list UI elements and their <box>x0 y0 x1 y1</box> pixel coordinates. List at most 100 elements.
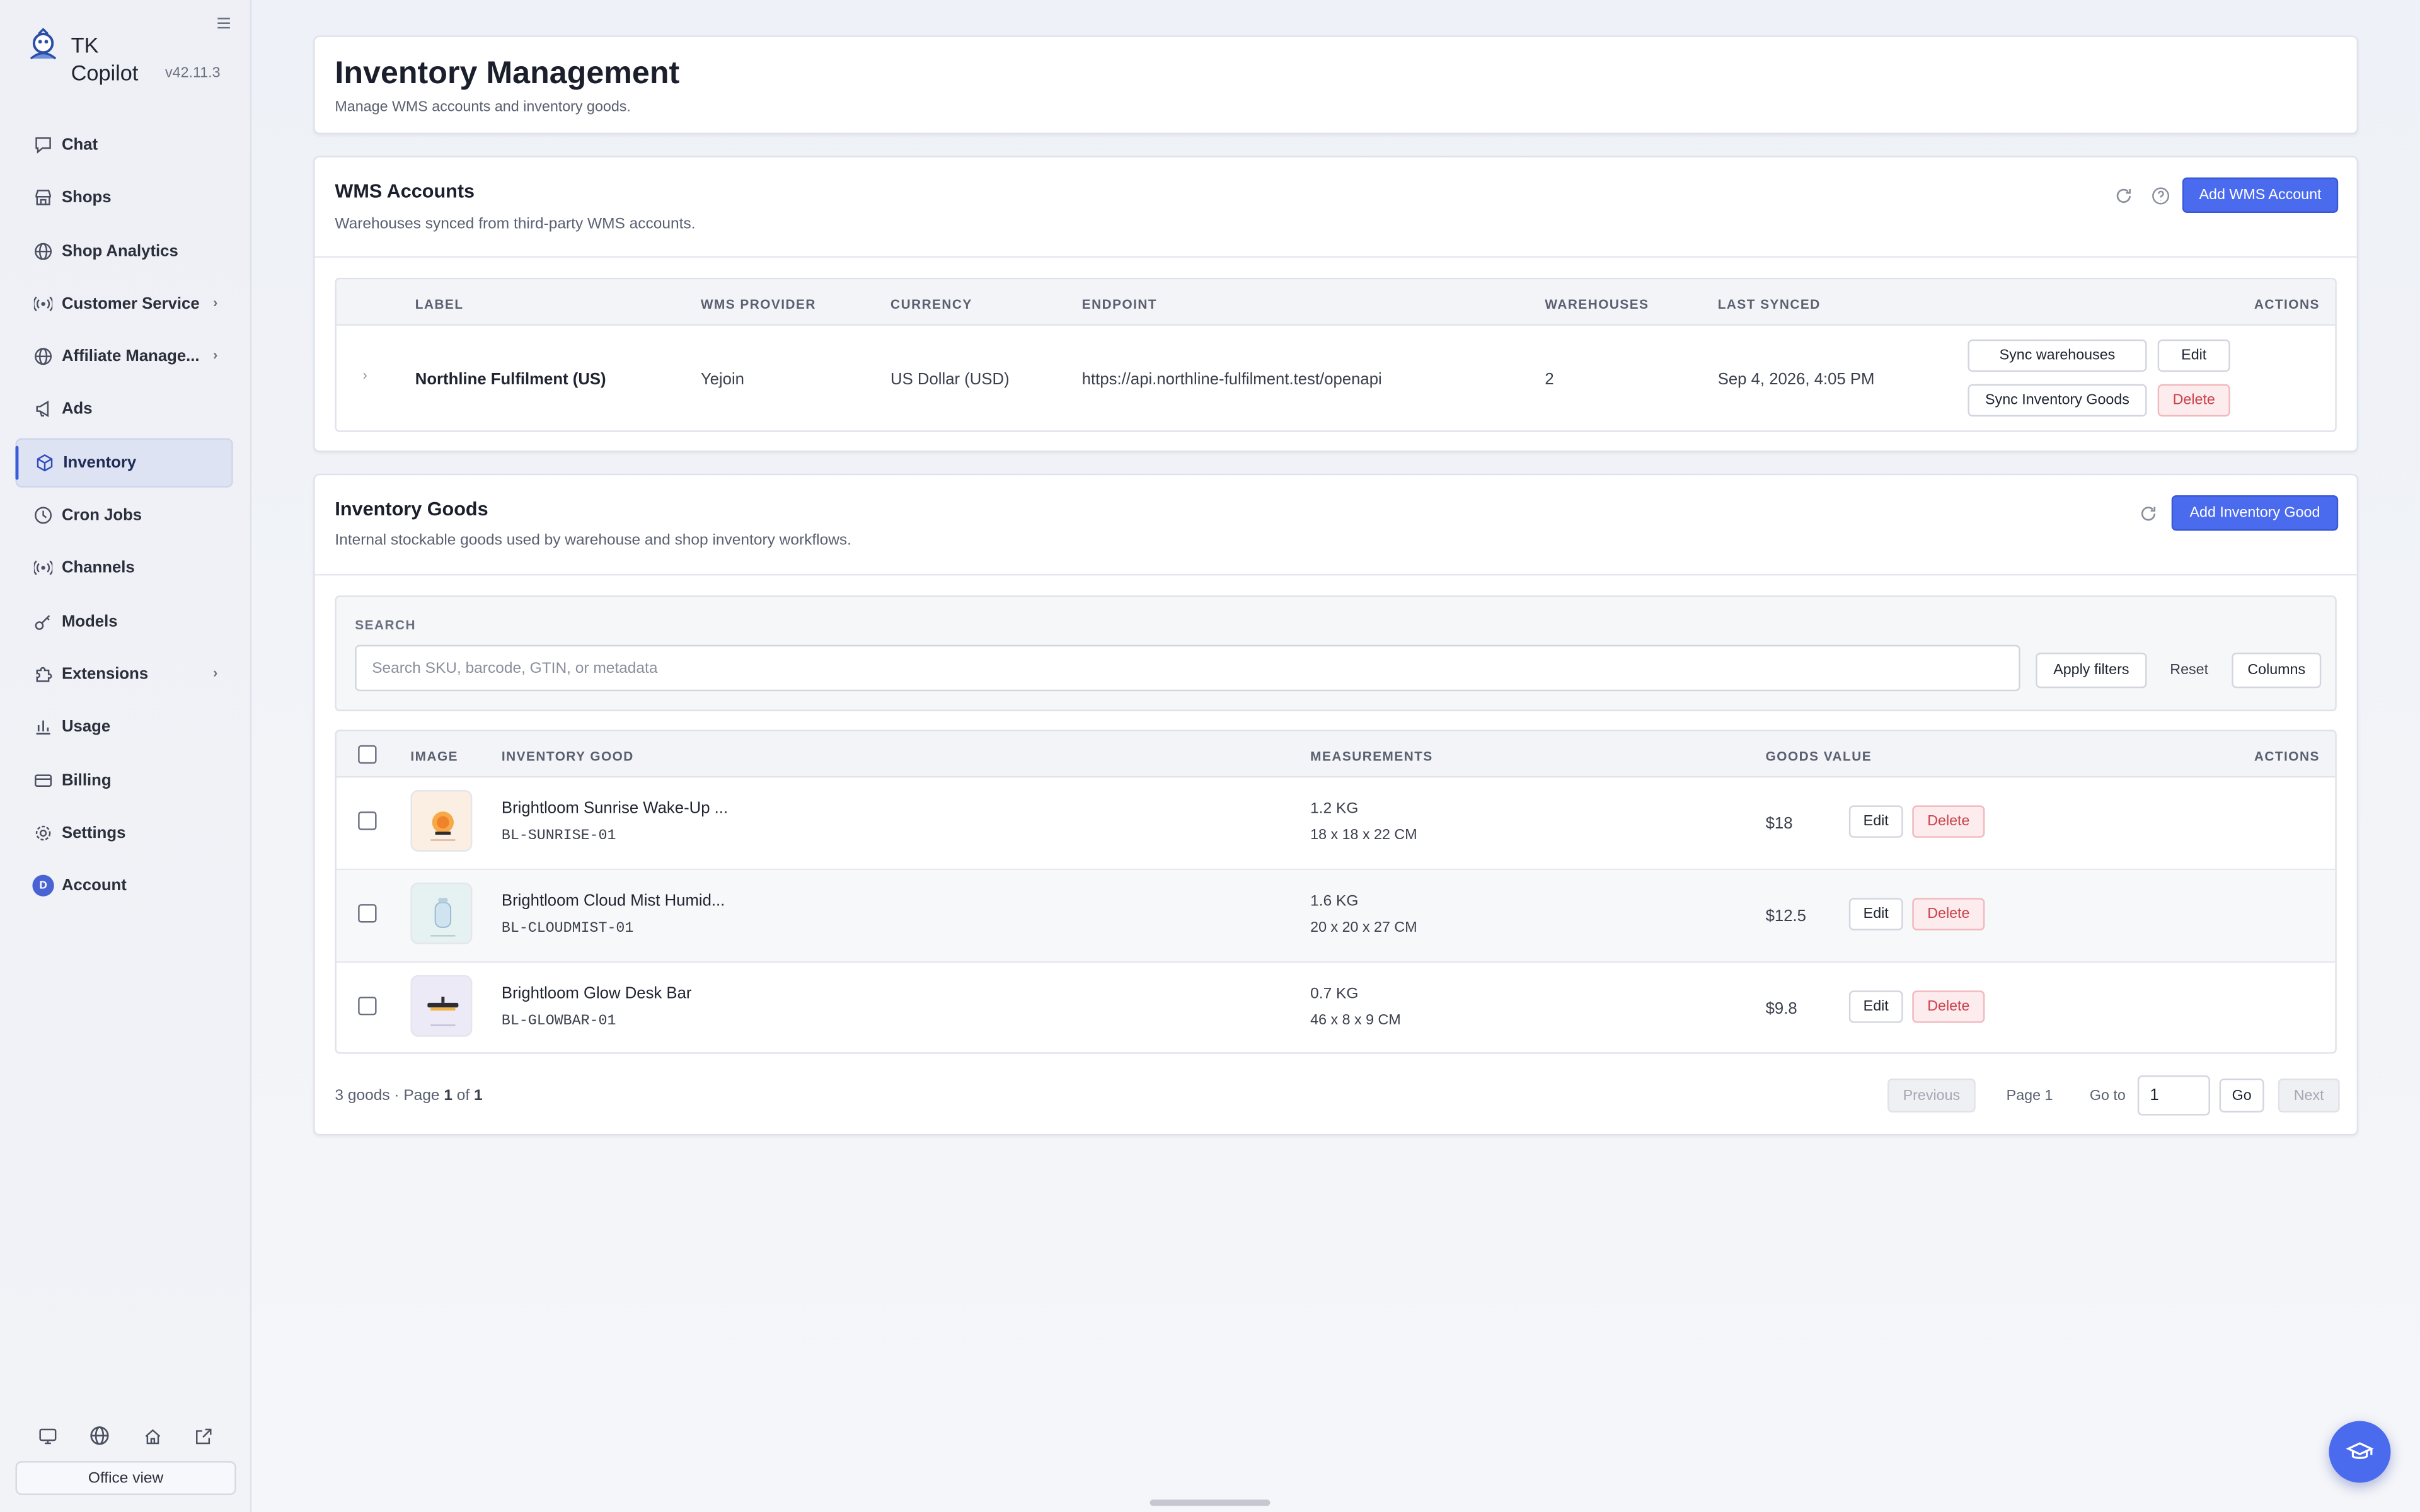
sidebar-item-label: Account <box>61 876 127 895</box>
wms-warehouses: 2 <box>1545 370 1554 389</box>
sidebar-item-label: Inventory <box>63 453 137 472</box>
row-checkbox[interactable] <box>358 997 377 1016</box>
wms-label: Northline Fulfilment (US) <box>415 370 606 389</box>
sidebar-item-customer-service[interactable]: Customer Service › <box>15 279 233 328</box>
column-header: WAREHOUSES <box>1545 296 1649 312</box>
good-sku: BL-SUNRISE-01 <box>501 827 616 844</box>
help-circle-icon[interactable] <box>2150 185 2171 207</box>
desktop-icon[interactable] <box>38 1426 57 1450</box>
section-subtitle: Warehouses synced from third-party WMS a… <box>335 215 696 233</box>
edit-button[interactable]: Edit <box>1848 898 1903 931</box>
add-inventory-good-button[interactable]: Add Inventory Good <box>2171 495 2339 531</box>
sidebar-item-shop-analytics[interactable]: Shop Analytics <box>15 226 233 275</box>
column-header: MEASUREMENTS <box>1310 748 1433 764</box>
goods-value: $12.5 <box>1765 907 1806 926</box>
home-icon[interactable] <box>143 1426 161 1450</box>
sidebar-item-inventory[interactable]: Inventory <box>15 437 233 488</box>
wms-accounts-card: WMS Accounts Warehouses synced from thir… <box>313 156 2359 452</box>
sidebar-item-extensions[interactable]: Extensions › <box>15 650 233 699</box>
sidebar-item-ads[interactable]: Ads <box>15 385 233 434</box>
product-image <box>410 882 473 944</box>
column-header: IMAGE <box>410 748 459 764</box>
page-header: Inventory Management Manage WMS accounts… <box>313 35 2359 135</box>
column-header: WMS PROVIDER <box>700 296 816 312</box>
gear-icon <box>32 822 54 844</box>
sidebar-item-account[interactable]: D Account <box>15 861 233 910</box>
goto-page-input[interactable]: 1 <box>2137 1075 2210 1116</box>
edit-button[interactable]: Edit <box>1848 805 1903 838</box>
row-checkbox[interactable] <box>358 811 377 830</box>
sync-warehouses-button[interactable]: Sync warehouses <box>1968 339 2147 372</box>
goods-table: IMAGE INVENTORY GOOD MEASUREMENTS GOODS … <box>335 730 2337 1054</box>
globe-icon[interactable] <box>90 1426 110 1450</box>
graduation-cap-icon <box>2346 1442 2374 1459</box>
sidebar-item-shops[interactable]: Shops <box>15 173 233 222</box>
sidebar-item-billing[interactable]: Billing <box>15 755 233 805</box>
edit-button[interactable]: Edit <box>2157 339 2230 372</box>
reset-button[interactable]: Reset <box>2170 662 2208 679</box>
delete-button[interactable]: Delete <box>1912 898 1985 931</box>
previous-page-button[interactable]: Previous <box>1887 1078 1976 1113</box>
good-dimensions: 18 x 18 x 22 CM <box>1310 827 1417 844</box>
office-view-button[interactable]: Office view <box>15 1461 236 1496</box>
go-button[interactable]: Go <box>2219 1078 2264 1113</box>
globe-icon <box>32 346 54 367</box>
collapse-sidebar-icon[interactable] <box>216 15 234 33</box>
store-icon <box>32 187 54 209</box>
product-image <box>410 975 473 1037</box>
sidebar-item-label: Extensions <box>61 665 149 684</box>
horizontal-scrollbar[interactable] <box>1150 1499 1270 1506</box>
brand[interactable]: TK Copilot <box>25 28 138 85</box>
search-label: SEARCH <box>355 617 417 633</box>
columns-button[interactable]: Columns <box>2232 652 2322 689</box>
sidebar-item-affiliate[interactable]: Affiliate Manage... › <box>15 332 233 381</box>
table-row: Brightloom Glow Desk Bar BL-GLOWBAR-01 0… <box>337 963 2335 1052</box>
search-input[interactable]: Search SKU, barcode, GTIN, or metadata <box>355 644 2020 692</box>
sidebar: TK Copilot v42.11.3 Chat Shops Shop Anal… <box>0 0 252 1512</box>
sidebar-item-label: Shop Analytics <box>61 241 178 260</box>
wms-provider: Yejoin <box>700 370 744 389</box>
wms-endpoint: https://api.northline-fulfilment.test/op… <box>1081 370 1382 389</box>
sidebar-item-settings[interactable]: Settings <box>15 808 233 857</box>
select-all-checkbox[interactable] <box>358 745 377 764</box>
table-row: › Northline Fulfilment (US) Yejoin US Do… <box>337 326 2335 431</box>
external-link-icon[interactable] <box>195 1426 213 1450</box>
good-sku: BL-CLOUDMIST-01 <box>501 919 634 937</box>
column-header: ENDPOINT <box>1081 296 1158 312</box>
wms-table: LABEL WMS PROVIDER CURRENCY ENDPOINT WAR… <box>335 277 2337 432</box>
edit-button[interactable]: Edit <box>1848 990 1903 1023</box>
sidebar-item-chat[interactable]: Chat <box>15 120 233 169</box>
delete-button[interactable]: Delete <box>1912 990 1985 1023</box>
chevron-right-icon: › <box>212 665 218 680</box>
sidebar-item-channels[interactable]: Channels <box>15 544 233 593</box>
sidebar-item-models[interactable]: Models <box>15 597 233 646</box>
product-image <box>410 789 473 852</box>
table-row: Brightloom Cloud Mist Humid... BL-CLOUDM… <box>336 870 2336 963</box>
good-name[interactable]: Brightloom Glow Desk Bar <box>502 984 692 1002</box>
section-subtitle: Internal stockable goods used by warehou… <box>335 532 851 549</box>
refresh-icon[interactable] <box>2113 185 2135 207</box>
add-wms-account-button[interactable]: Add WMS Account <box>2182 177 2339 213</box>
sidebar-item-label: Models <box>61 612 118 631</box>
row-checkbox[interactable] <box>358 904 377 923</box>
current-page-label: Page 1 <box>2006 1087 2053 1105</box>
expand-row-icon[interactable]: › <box>363 367 367 382</box>
good-name[interactable]: Brightloom Cloud Mist Humid... <box>502 892 725 910</box>
avatar: D <box>32 874 54 897</box>
copilot-logo-icon <box>30 28 57 60</box>
sidebar-item-cron-jobs[interactable]: Cron Jobs <box>15 491 233 540</box>
apply-filters-button[interactable]: Apply filters <box>2036 652 2147 689</box>
bar-chart-icon <box>32 716 54 738</box>
refresh-icon[interactable] <box>2138 503 2159 524</box>
help-button[interactable] <box>2329 1421 2391 1483</box>
broadcast-icon <box>32 293 54 314</box>
goods-value: $18 <box>1765 815 1793 833</box>
sync-inventory-goods-button[interactable]: Sync Inventory Goods <box>1968 384 2147 417</box>
next-page-button[interactable]: Next <box>2278 1078 2340 1113</box>
delete-button[interactable]: Delete <box>1912 805 1985 838</box>
broadcast-icon <box>32 558 54 579</box>
sidebar-item-usage[interactable]: Usage <box>15 702 233 752</box>
wms-currency: US Dollar (USD) <box>890 370 1010 389</box>
delete-button[interactable]: Delete <box>2157 384 2230 417</box>
good-name[interactable]: Brightloom Sunrise Wake-Up ... <box>502 799 728 818</box>
